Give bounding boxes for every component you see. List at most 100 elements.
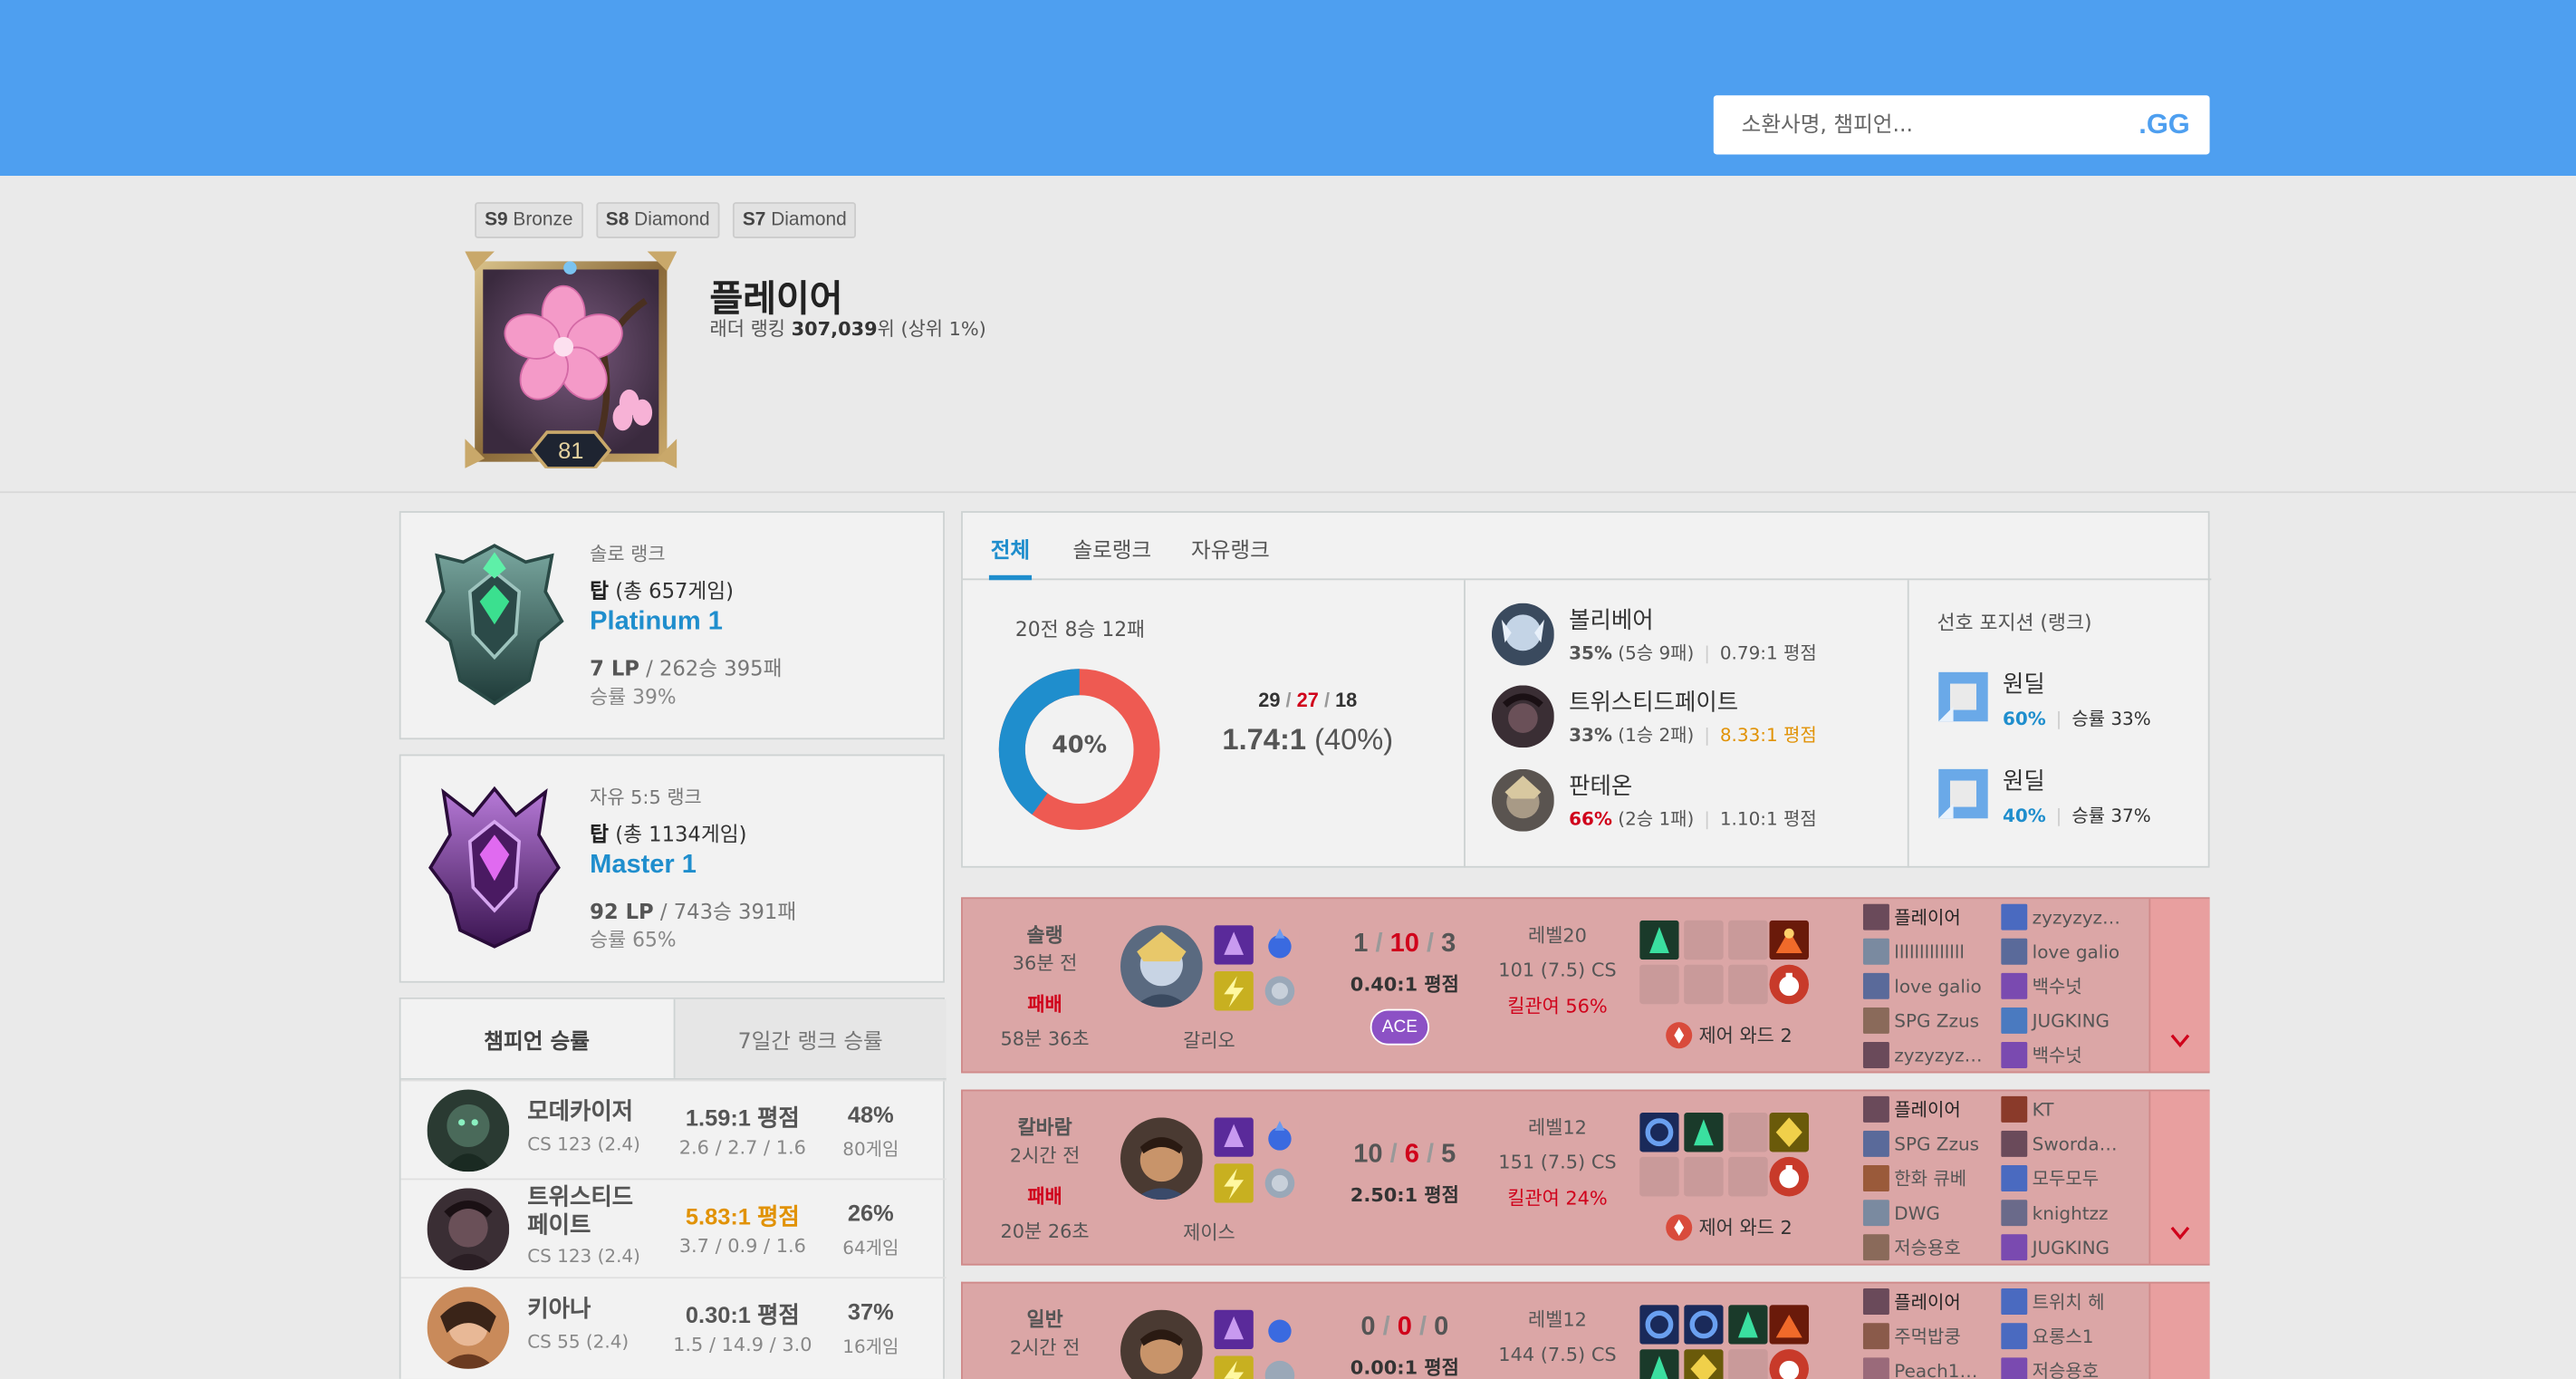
player-entry[interactable]: JUGKING: [2001, 1234, 2157, 1267]
item-icon: [1639, 1349, 1679, 1379]
player-entry[interactable]: 요롱스1: [2001, 1323, 2157, 1355]
preferred-position-title: 선호 포지션 (랭크): [1937, 611, 2092, 635]
tab-champion-winrate[interactable]: 챔피언 승률: [400, 998, 675, 1078]
tab-flex-rank[interactable]: 자유랭크: [1191, 533, 1270, 564]
position-stats: 40% | 승률 37%: [2003, 805, 2151, 827]
match-item[interactable]: 칼바람 2시간 전 패배 20분 26초 제이스 10 / 6 / 5 2.50…: [961, 1089, 2210, 1267]
player-entry[interactable]: DWG: [1862, 1200, 2019, 1232]
item-icon: [1639, 1112, 1679, 1152]
kill-participation: 킬관여 24%: [1507, 1186, 1608, 1210]
match-item[interactable]: 솔랭 36분 전 패배 58분 36초 갈리오 1 / 10 / 3 0.40:…: [961, 897, 2210, 1075]
expand-match-button[interactable]: [2148, 1283, 2210, 1379]
item-icon: [1639, 1305, 1679, 1345]
chevron-down-icon: [2170, 1034, 2190, 1048]
champion-portrait: [1491, 603, 1554, 666]
player-entry[interactable]: zyzyzyz…: [1862, 1041, 2019, 1075]
solo-rank-position: 탑 (총 657게임): [590, 578, 735, 603]
player-entry[interactable]: Peach1…: [1862, 1357, 2019, 1379]
flex-rank-winrate: 승률 65%: [590, 928, 677, 952]
player-entry[interactable]: Sworda…: [2001, 1130, 2157, 1163]
champion-stats: 66% (2승 1패) | 1.10:1 평점: [1569, 808, 1817, 830]
champion-portrait: [1491, 768, 1554, 832]
search-input[interactable]: [1713, 95, 2133, 155]
player-entry[interactable]: zyzyzyz…: [2001, 903, 2157, 937]
champion-cs: 144 (7.5) CS: [1498, 1342, 1617, 1366]
player-entry[interactable]: 저승용호: [2001, 1357, 2157, 1379]
game-kda: 0 / 0 / 0: [1360, 1313, 1449, 1342]
champion-portrait[interactable]: [1120, 1117, 1203, 1201]
match-item[interactable]: 일반 2시간 전 0 / 0 / 0 0.00:1 평점 레벨12 144 (7…: [961, 1281, 2210, 1379]
player-entry[interactable]: SPG Zzus: [1862, 1007, 2019, 1040]
empty-item-slot: [1684, 964, 1724, 1005]
player-entry[interactable]: 플레이어: [1862, 1095, 2019, 1129]
item-icon: [1639, 920, 1679, 960]
player-entry[interactable]: knightzz: [2001, 1200, 2157, 1232]
champion-row[interactable]: 모데카이저 CS 123 (2.4) 1.59:1 평점 2.6 / 2.7 /…: [400, 1079, 947, 1179]
search-bar: .GG: [1713, 95, 2210, 155]
player-entry[interactable]: love galio: [2001, 938, 2157, 971]
champion-portrait: [427, 1287, 510, 1369]
player-entry[interactable]: 한화 큐베: [1862, 1164, 2019, 1198]
empty-item-slot: [1684, 920, 1724, 960]
champion-kda: 0.30:1 평점: [685, 1301, 800, 1328]
expand-match-button[interactable]: [2148, 1091, 2210, 1264]
rune-icon: [1260, 1355, 1300, 1379]
item-build: [1639, 920, 1813, 1006]
champion-portrait[interactable]: [1120, 1309, 1203, 1379]
player-entry[interactable]: 트위치 헤: [2001, 1288, 2157, 1321]
player-entry[interactable]: JUGKING: [2001, 1007, 2157, 1040]
player-entry[interactable]: 백수넛: [2001, 1041, 2157, 1075]
champion-portrait[interactable]: [1120, 925, 1203, 1008]
champion-level: 레벨20: [1528, 923, 1587, 947]
player-entry[interactable]: 플레이어: [1862, 1288, 2019, 1321]
game-type: 일반: [1026, 1307, 1063, 1332]
expand-match-button[interactable]: [2148, 899, 2210, 1072]
champion-kda-detail: 3.7 / 0.9 / 1.6: [678, 1234, 806, 1258]
solo-rank-winrate: 승률 39%: [590, 685, 677, 709]
game-type: 솔랭: [1026, 923, 1063, 947]
game-time-ago: 2시간 전: [1009, 1143, 1081, 1167]
top-header: .GG: [0, 0, 2576, 177]
record-summary: 20전 8승 12패: [1014, 617, 1146, 641]
champion-portrait: [427, 1188, 510, 1271]
tab-all[interactable]: 전체: [991, 533, 1030, 564]
player-entry[interactable]: llllllllllllll: [1862, 938, 2019, 971]
flex-rank-label: 자유 5:5 랭크: [590, 785, 702, 809]
champion-row[interactable]: 트위스티드 페이트 CS 123 (2.4) 5.83:1 평점 3.7 / 0.…: [400, 1178, 947, 1277]
trinket-icon: [1769, 1156, 1809, 1197]
rune-icon: [1260, 970, 1300, 1011]
player-entry[interactable]: KT: [2001, 1095, 2157, 1129]
game-kda-ratio: 2.50:1 평점: [1350, 1182, 1459, 1207]
spell-icon: [1214, 1163, 1254, 1203]
flex-rank-lp: 92 LP / 743승 391패: [590, 899, 797, 924]
ace-badge: ACE: [1370, 1008, 1430, 1046]
player-entry[interactable]: 백수넛: [2001, 972, 2157, 1006]
solo-rank-lp: 7 LP / 262승 395패: [590, 655, 783, 680]
control-ward-icon: [1666, 1022, 1693, 1049]
player-entry[interactable]: love galio: [1862, 972, 2019, 1006]
player-entry[interactable]: 저승용호: [1862, 1234, 2019, 1267]
tab-solo-rank[interactable]: 솔로랭크: [1072, 533, 1151, 564]
queue-tabs: 전체 솔로랭크 자유랭크: [962, 513, 2212, 581]
champion-cs: 101 (7.5) CS: [1498, 958, 1617, 981]
empty-item-slot: [1639, 964, 1679, 1005]
past-tier-badge: S9 Bronze: [475, 202, 583, 239]
champion-name: 제이스: [1183, 1220, 1235, 1245]
player-entry[interactable]: 모두모두: [2001, 1164, 2157, 1198]
player-entry[interactable]: 플레이어: [1862, 903, 2019, 937]
tab-7day-rank-winrate[interactable]: 7일간 랭크 승률: [674, 998, 947, 1078]
champion-stats: 33% (1승 2패) | 8.33:1 평점: [1569, 724, 1817, 747]
champion-games: 80게임: [842, 1138, 899, 1161]
champion-row[interactable]: 키아나 CS 55 (2.4) 0.30:1 평점 1.5 / 14.9 / 3…: [400, 1277, 947, 1375]
past-tiers: S9 Bronze S8 Diamond S7 Diamond: [475, 202, 857, 239]
champion-kda-detail: 2.6 / 2.7 / 1.6: [678, 1135, 806, 1159]
player-entry[interactable]: SPG Zzus: [1862, 1130, 2019, 1163]
empty-item-slot: [1639, 1156, 1679, 1197]
player-entry[interactable]: 주먹밥쿵: [1862, 1323, 2019, 1355]
game-kda-ratio: 0.40:1 평점: [1350, 972, 1459, 997]
flex-rank-tier: Master 1: [590, 851, 697, 880]
platinum-emblem-icon: [424, 543, 565, 707]
search-button[interactable]: .GG: [2139, 109, 2190, 141]
game-result: 패배: [1027, 1184, 1062, 1209]
game-kda: 1 / 10 / 3: [1353, 930, 1456, 959]
